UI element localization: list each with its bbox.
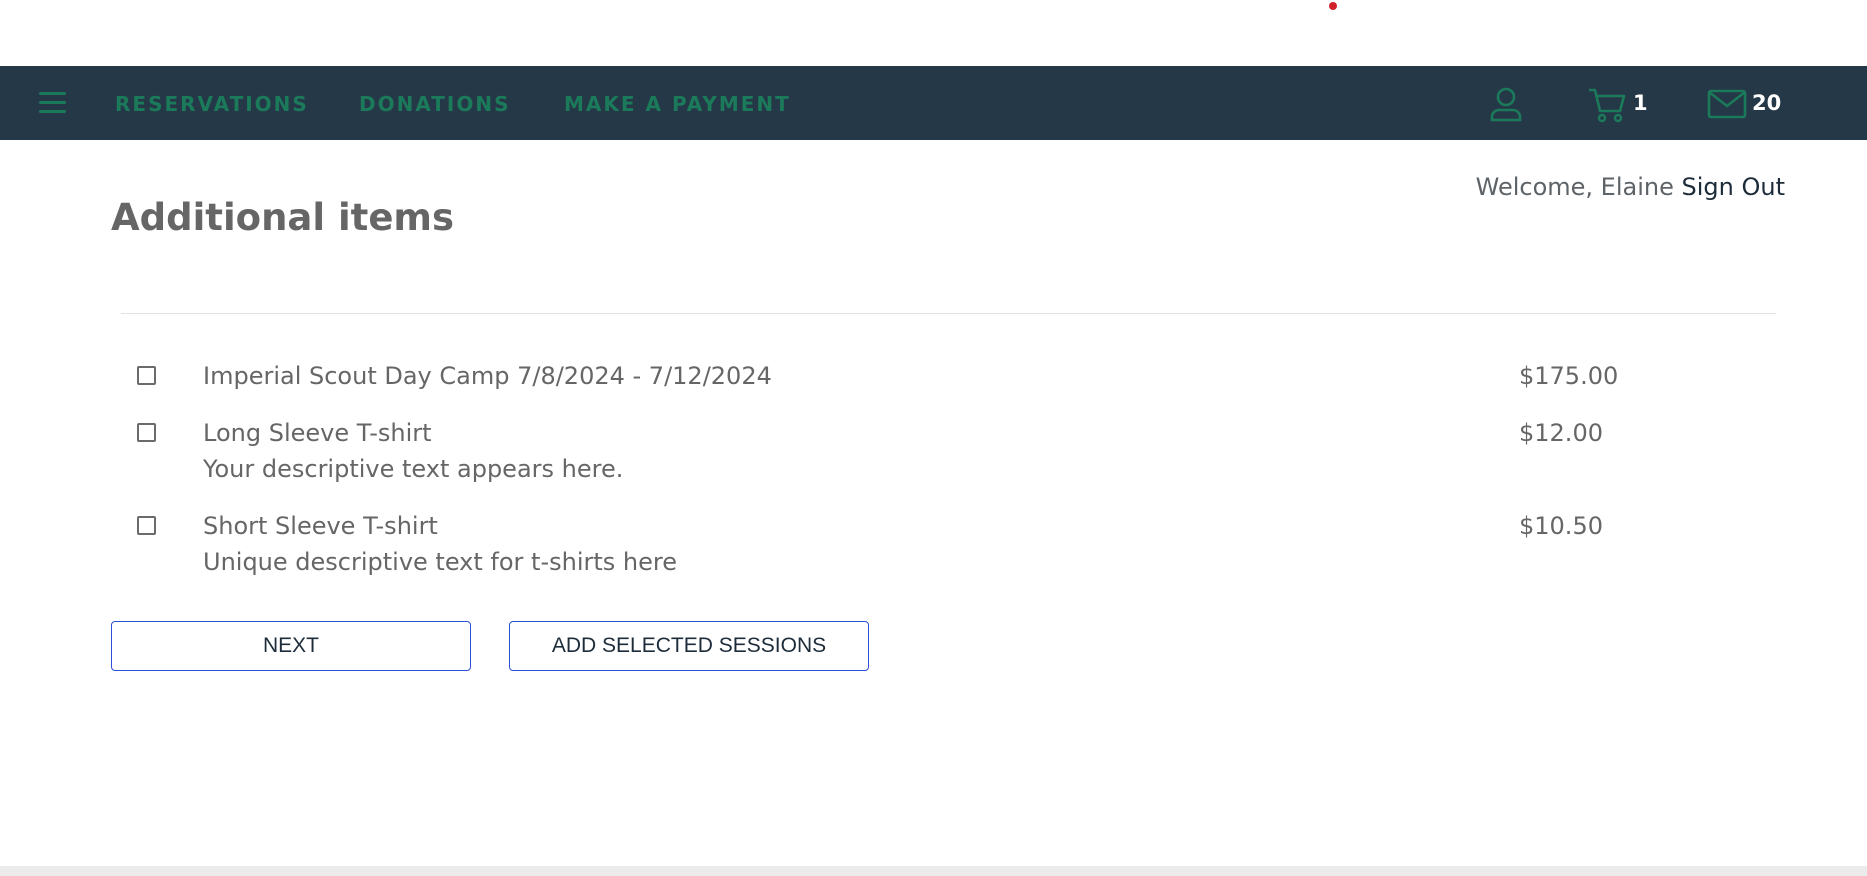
- user-icon[interactable]: [1488, 86, 1524, 122]
- hamburger-bar: [39, 110, 66, 113]
- cart-icon[interactable]: [1587, 87, 1627, 123]
- nav-link-reservations[interactable]: RESERVATIONS: [115, 93, 309, 115]
- top-band: [0, 0, 1867, 66]
- item-name: Imperial Scout Day Camp 7/8/2024 - 7/12/…: [203, 362, 772, 390]
- hamburger-bar: [39, 101, 66, 104]
- next-button[interactable]: NEXT: [111, 621, 471, 671]
- page: RESERVATIONS DONATIONS MAKE A PAYMENT 1 …: [0, 0, 1867, 876]
- indicator-dot: [1329, 2, 1337, 10]
- mail-icon[interactable]: [1707, 89, 1747, 119]
- item-price: $175.00: [1519, 362, 1619, 390]
- item-description: Unique descriptive text for t-shirts her…: [203, 548, 677, 576]
- sign-out-link[interactable]: Sign Out: [1682, 173, 1786, 201]
- item-checkbox[interactable]: [137, 366, 156, 385]
- divider: [121, 313, 1776, 314]
- item-description: Your descriptive text appears here.: [203, 455, 624, 483]
- item-price: $10.50: [1519, 512, 1603, 540]
- item-name: Long Sleeve T-shirt: [203, 419, 432, 447]
- footer-divider: [0, 866, 1867, 876]
- item-checkbox[interactable]: [137, 516, 156, 535]
- nav-link-make-a-payment[interactable]: MAKE A PAYMENT: [564, 93, 791, 115]
- cart-count: 1: [1633, 91, 1648, 115]
- add-selected-sessions-button[interactable]: ADD SELECTED SESSIONS: [509, 621, 869, 671]
- page-title: Additional items: [111, 196, 454, 239]
- message-count: 20: [1752, 91, 1782, 115]
- item-checkbox[interactable]: [137, 423, 156, 442]
- welcome-text: Welcome, Elaine: [1475, 173, 1674, 201]
- nav-link-donations[interactable]: DONATIONS: [359, 93, 511, 115]
- welcome-bar: Welcome, Elaine Sign Out: [1476, 173, 1785, 201]
- hamburger-menu-icon[interactable]: [39, 90, 67, 116]
- navbar: RESERVATIONS DONATIONS MAKE A PAYMENT 1 …: [0, 66, 1867, 140]
- hamburger-bar: [39, 92, 66, 95]
- item-price: $12.00: [1519, 419, 1603, 447]
- item-name: Short Sleeve T-shirt: [203, 512, 438, 540]
